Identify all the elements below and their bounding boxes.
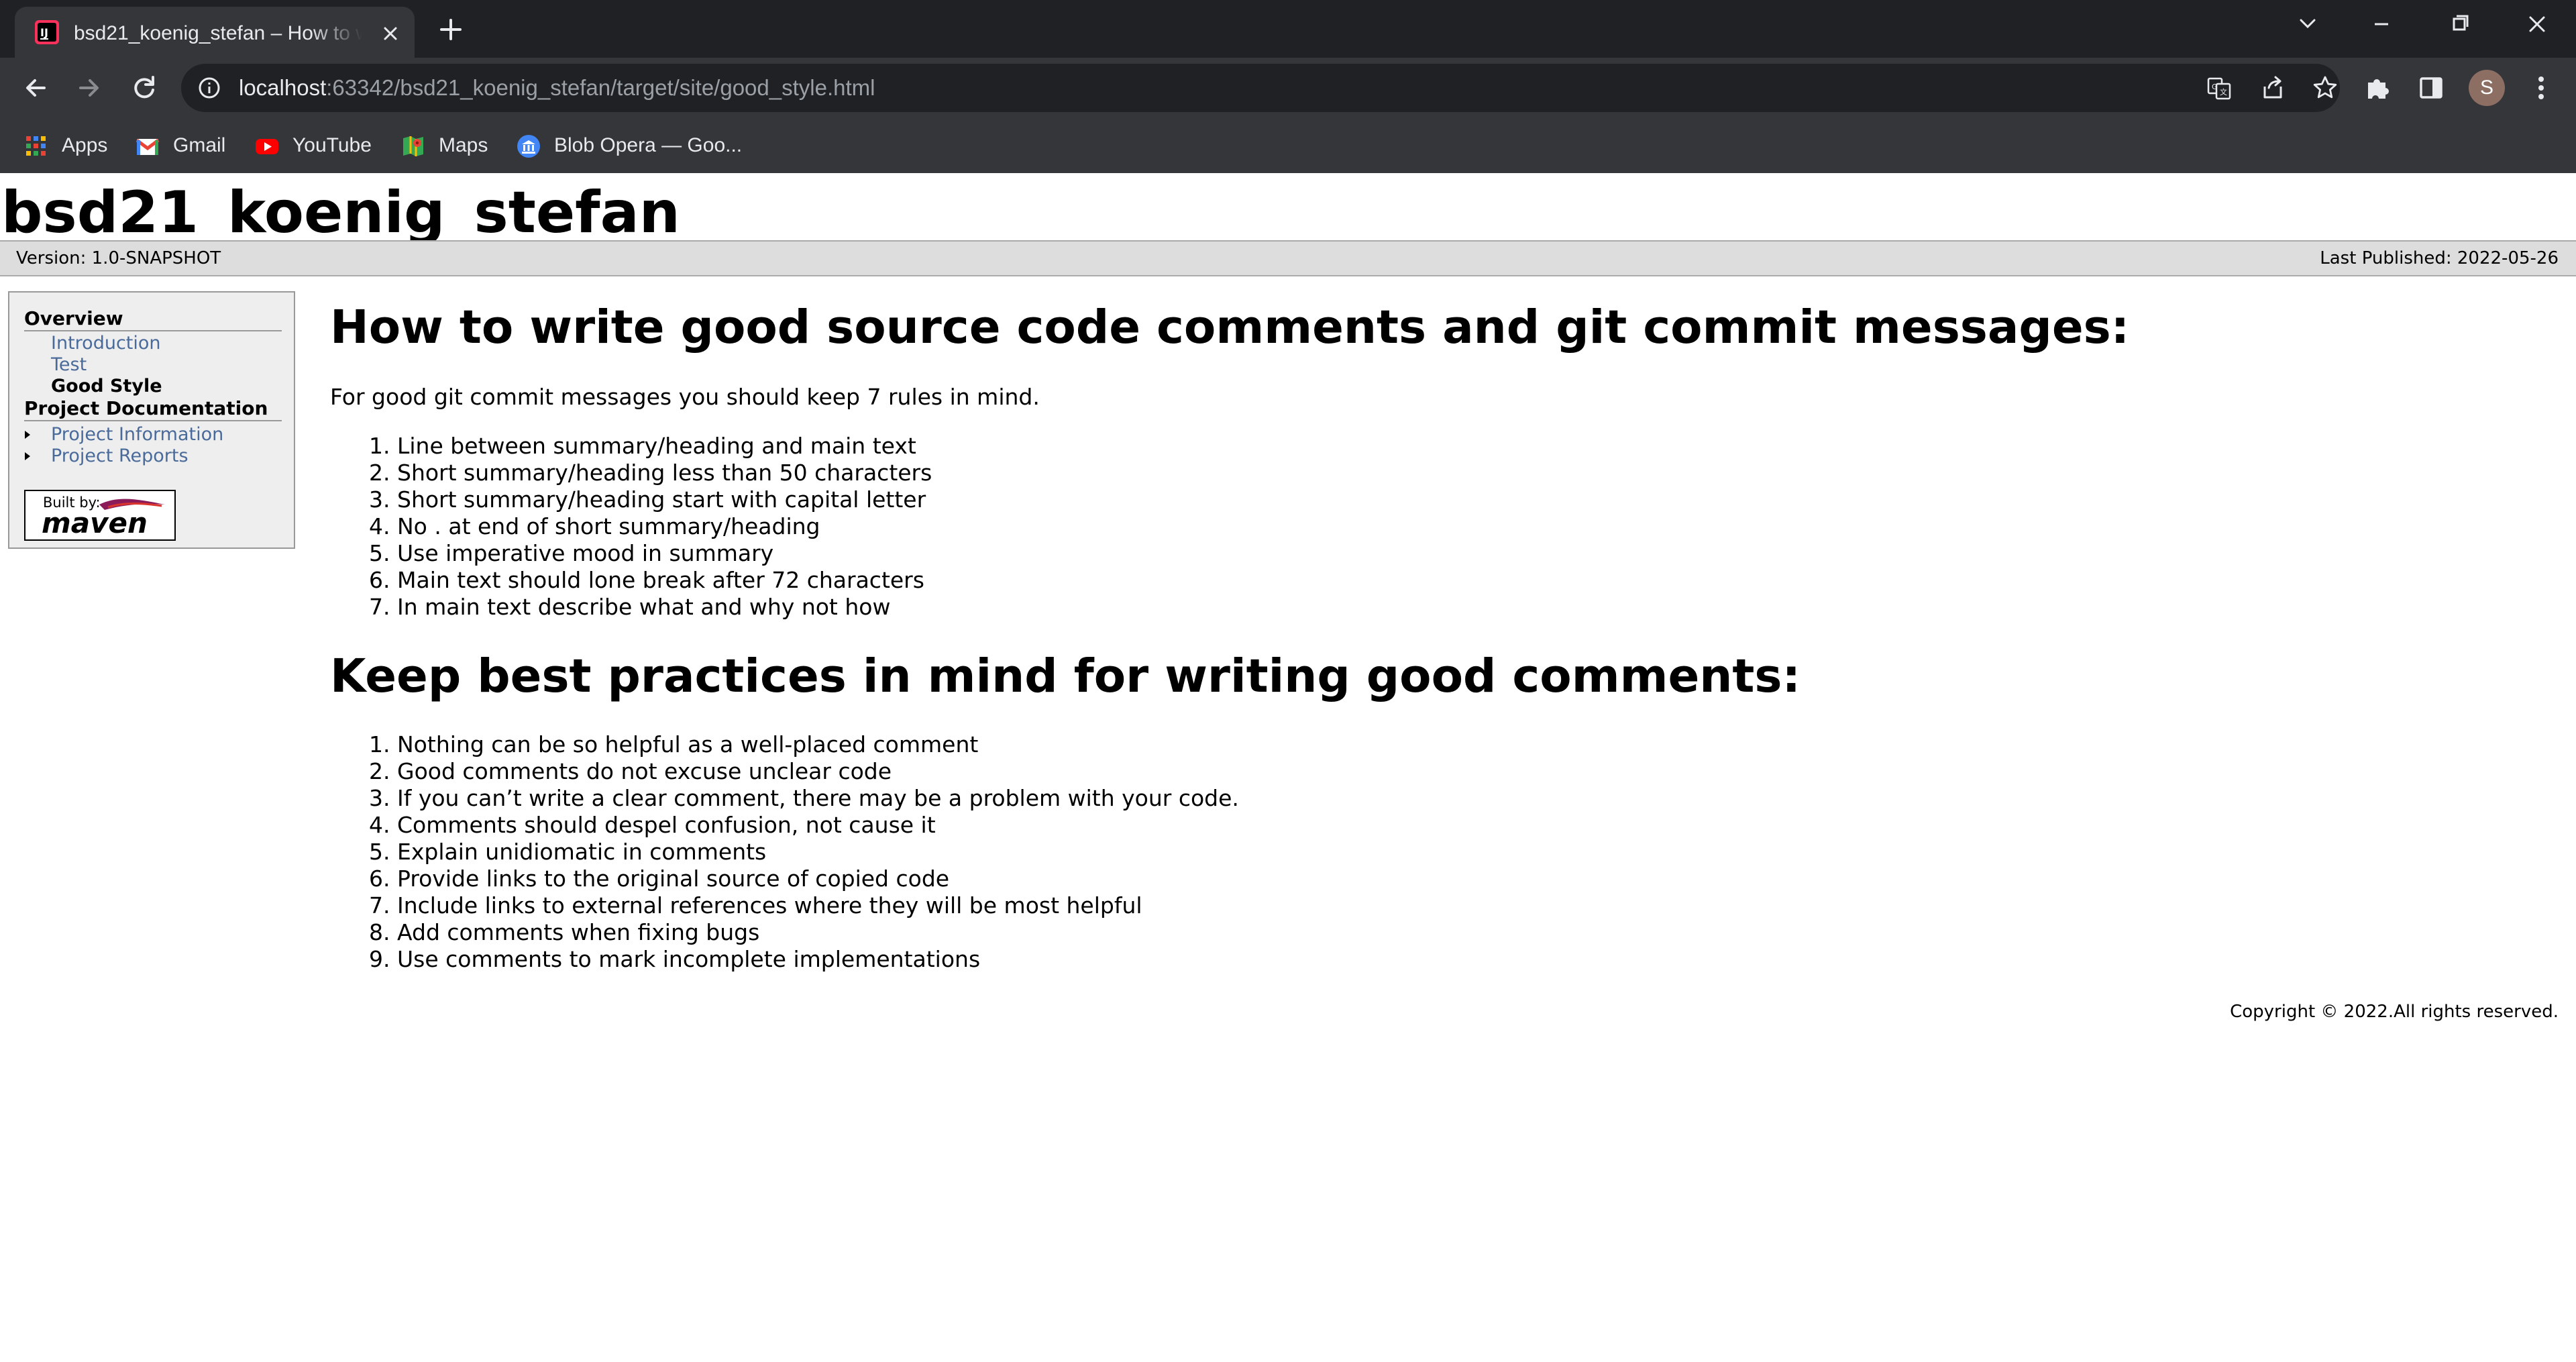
- list-item: Include links to external references whe…: [397, 892, 1239, 919]
- list-item: In main text describe what and why not h…: [397, 594, 932, 621]
- reload-icon[interactable]: [127, 71, 161, 105]
- arts-culture-icon: [517, 135, 540, 158]
- list-item: Explain unidiomatic in comments: [397, 839, 1239, 866]
- list-item: Use comments to mark incomplete implemen…: [397, 946, 1239, 973]
- list-item: No . at end of short summary/heading: [397, 513, 932, 540]
- built-by-maven-logo[interactable]: Built by: maven: [24, 490, 176, 541]
- list-item: Main text should lone break after 72 cha…: [397, 567, 932, 594]
- web-page: bsd21_koenig_stefan Version: 1.0-SNAPSHO…: [0, 173, 2576, 1362]
- comment-rules-list: Nothing can be so helpful as a well-plac…: [330, 731, 1239, 973]
- apps-grid-icon: [26, 136, 46, 156]
- list-item: Comments should despel confusion, not ca…: [397, 812, 1239, 839]
- browser-menu-kebab-icon[interactable]: [2524, 70, 2559, 105]
- bookmarks-bar: Apps Gmail YouTube Maps Blob Opera — Goo…: [0, 118, 2576, 174]
- url-text[interactable]: localhost:63342/bsd21_koenig_stefan/targ…: [239, 64, 875, 112]
- profile-avatar[interactable]: S: [2469, 70, 2505, 106]
- tab-strip: IJ bsd21_koenig_stefan – How to write go…: [0, 0, 2576, 58]
- side-panel-icon[interactable]: [2414, 70, 2449, 105]
- bookmark-label: Gmail: [173, 134, 226, 156]
- minimize-window-icon[interactable]: [2361, 9, 2402, 39]
- url-path: :63342/bsd21_koenig_stefan/target/site/g…: [326, 75, 875, 100]
- intellij-favicon-icon: IJ: [35, 20, 59, 44]
- svg-text:IJ: IJ: [40, 26, 48, 39]
- list-item: Add comments when fixing bugs: [397, 919, 1239, 946]
- intro-paragraph: For good git commit messages you should …: [330, 384, 1040, 410]
- svg-text:文: 文: [2220, 87, 2227, 97]
- bookmark-label: YouTube: [292, 134, 372, 156]
- list-item: If you can’t write a clear comment, ther…: [397, 785, 1239, 812]
- breadcrumbs-bar: Version: 1.0-SNAPSHOT Last Published: 20…: [0, 240, 2576, 276]
- bookmark-label: Apps: [62, 134, 108, 156]
- bookmark-star-icon[interactable]: [2312, 74, 2339, 101]
- tab-search-chevron-icon[interactable]: [2288, 9, 2328, 39]
- browser-toolbar: localhost:63342/bsd21_koenig_stefan/targ…: [0, 58, 2576, 118]
- youtube-icon: [256, 139, 278, 154]
- svg-text:G: G: [2212, 83, 2218, 91]
- commit-rules-list: Line between summary/heading and main te…: [330, 433, 932, 621]
- translate-icon[interactable]: G 文: [2206, 74, 2233, 101]
- close-tab-icon[interactable]: [377, 20, 404, 47]
- bookmark-label: Maps: [439, 134, 488, 156]
- new-tab-plus-icon[interactable]: [435, 13, 467, 46]
- restore-window-icon[interactable]: [2439, 9, 2479, 39]
- site-info-icon[interactable]: [197, 76, 221, 100]
- navigation-sidebar: Overview Introduction Test Good Style Pr…: [8, 291, 295, 549]
- list-item: Nothing can be so helpful as a well-plac…: [397, 731, 1239, 758]
- address-bar[interactable]: localhost:63342/bsd21_koenig_stefan/targ…: [181, 64, 2340, 112]
- maps-icon: [403, 136, 423, 156]
- browser-tab-active[interactable]: IJ bsd21_koenig_stefan – How to write go…: [15, 7, 415, 58]
- expand-triangle-icon[interactable]: [23, 430, 32, 439]
- list-item: Short summary/heading less than 50 chara…: [397, 460, 932, 486]
- url-host: localhost: [239, 75, 327, 100]
- list-item: Provide links to the original source of …: [397, 866, 1239, 892]
- nav-divider: [24, 330, 282, 331]
- share-icon[interactable]: [2259, 74, 2286, 101]
- close-window-icon[interactable]: [2517, 9, 2557, 39]
- nav-item-good-style-current: Good Style: [51, 376, 162, 397]
- nav-heading-project-documentation: Project Documentation: [24, 397, 268, 419]
- nav-item-test[interactable]: Test: [51, 354, 87, 376]
- back-arrow-icon[interactable]: [19, 71, 52, 105]
- nav-item-introduction[interactable]: Introduction: [51, 333, 161, 354]
- expand-triangle-icon[interactable]: [23, 452, 32, 461]
- nav-item-project-information[interactable]: Project Information: [51, 424, 223, 446]
- last-published-label: Last Published: 2022-05-26: [2320, 248, 2559, 268]
- site-name-title[interactable]: bsd21_koenig_stefan: [1, 176, 680, 250]
- list-item: Use imperative mood in summary: [397, 540, 932, 567]
- copyright-footer: Copyright © 2022.All rights reserved.: [2230, 1002, 2559, 1022]
- extensions-puzzle-icon[interactable]: [2360, 70, 2395, 105]
- gmail-icon: [136, 139, 160, 155]
- section-heading-commit-messages: How to write good source code comments a…: [330, 301, 2130, 354]
- version-label: Version: 1.0-SNAPSHOT: [16, 248, 221, 268]
- nav-heading-overview: Overview: [24, 307, 123, 329]
- tab-title: bsd21_koenig_stefan – How to write good …: [74, 22, 362, 44]
- list-item: Good comments do not excuse unclear code: [397, 758, 1239, 785]
- section-heading-good-comments: Keep best practices in mind for writing …: [330, 649, 1801, 703]
- bookmark-label: Blob Opera — Goo...: [554, 134, 743, 156]
- nav-item-project-reports[interactable]: Project Reports: [51, 446, 189, 467]
- browser-chrome: IJ bsd21_koenig_stefan – How to write go…: [0, 0, 2576, 174]
- forward-arrow-icon[interactable]: [72, 71, 106, 105]
- svg-text:maven: maven: [42, 507, 148, 539]
- list-item: Line between summary/heading and main te…: [397, 433, 932, 460]
- nav-divider: [24, 420, 282, 421]
- list-item: Short summary/heading start with capital…: [397, 486, 932, 513]
